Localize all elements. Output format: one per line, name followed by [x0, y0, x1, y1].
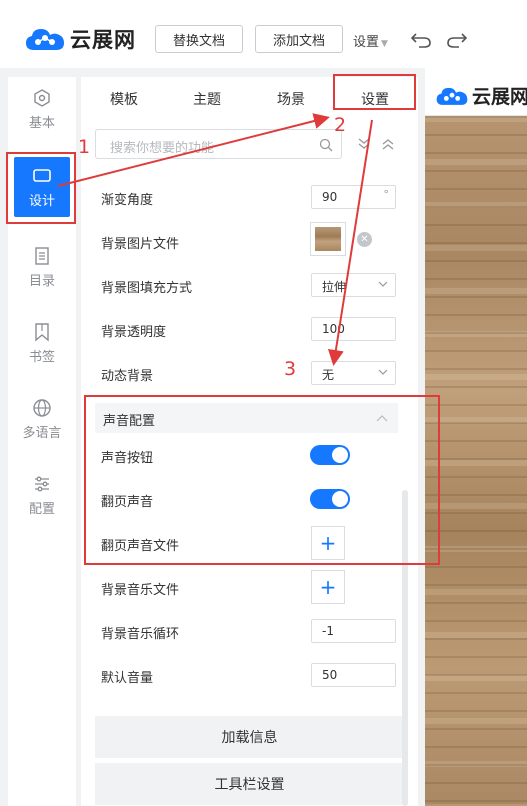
- globe-icon: [33, 398, 51, 417]
- top-toolbar: 云展网 替换文档 添加文档 设置 ▼: [0, 0, 527, 68]
- list-icon: [35, 246, 49, 265]
- rail-item-basic[interactable]: 基本: [8, 79, 76, 139]
- rail-item-bookmark[interactable]: 书签: [8, 313, 76, 373]
- rail-item-label: 目录: [28, 273, 55, 289]
- search-placeholder: 搜索你想要的功能: [110, 141, 215, 156]
- dynamic-bg-value: 无: [322, 368, 335, 382]
- rail-item-label: 配置: [28, 501, 55, 517]
- bg-fill-select[interactable]: 拉伸: [311, 273, 396, 297]
- caret-down-icon: ▼: [381, 39, 388, 49]
- default-volume-input[interactable]: 50: [311, 663, 396, 687]
- add-bg-music-file-button[interactable]: +: [311, 570, 345, 604]
- replace-document-button[interactable]: 替换文档: [155, 25, 243, 53]
- bg-image-thumbnail[interactable]: [310, 222, 346, 256]
- rail-item-label: 基本: [28, 115, 55, 131]
- gradient-angle-value: 90: [322, 190, 338, 204]
- add-document-button[interactable]: 添加文档: [255, 25, 343, 53]
- annotation-number-2: 2: [334, 114, 347, 136]
- gradient-angle-input[interactable]: 90 °: [311, 185, 396, 209]
- bg-music-file-label: 背景音乐文件: [101, 583, 180, 598]
- search-icon[interactable]: [319, 138, 333, 152]
- bg-fill-label: 背景图填充方式: [101, 281, 193, 296]
- bg-opacity-label: 背景透明度: [101, 325, 167, 340]
- plus-icon: +: [319, 575, 337, 599]
- loading-info-button[interactable]: 加载信息: [95, 716, 404, 758]
- logo-text: 云展网: [70, 28, 136, 52]
- annotation-number-1: 1: [78, 136, 91, 158]
- annotation-box-design: [6, 152, 76, 224]
- bg-opacity-value: 100: [322, 322, 345, 336]
- clear-image-icon[interactable]: ✕: [357, 232, 372, 247]
- wood-background: [425, 116, 527, 806]
- bg-fill-value: 拉伸: [322, 280, 347, 294]
- bg-music-loop-value: -1: [322, 624, 334, 638]
- collapse-all-icon[interactable]: [381, 137, 395, 151]
- annotation-box-settings-tab: [333, 74, 416, 110]
- book-preview: 云展网: [425, 68, 527, 806]
- rail-item-catalog[interactable]: 目录: [8, 237, 76, 297]
- cloud-logo-icon: [26, 29, 64, 50]
- rail-item-label: 书签: [28, 349, 55, 365]
- default-volume-value: 50: [322, 668, 338, 682]
- toolbar-settings-button[interactable]: 工具栏设置: [95, 763, 404, 805]
- bg-music-loop-label: 背景音乐循环: [101, 627, 180, 642]
- settings-dropdown[interactable]: 设置 ▼: [353, 31, 388, 50]
- tab-template[interactable]: 模板: [110, 89, 138, 109]
- default-volume-label: 默认音量: [101, 671, 154, 686]
- chevron-down-icon: [378, 369, 388, 375]
- annotation-box-sound-config: [84, 395, 440, 565]
- redo-icon[interactable]: [446, 29, 468, 49]
- undo-icon[interactable]: [410, 29, 432, 49]
- sliders-icon: [35, 476, 49, 491]
- bookmark-icon: [35, 322, 49, 341]
- annotation-number-3: 3: [284, 358, 297, 380]
- gradient-angle-label: 渐变角度: [101, 193, 154, 208]
- settings-dropdown-label: 设置: [353, 35, 380, 50]
- expand-all-icon[interactable]: [357, 137, 371, 151]
- preview-logo-text: 云展网: [472, 86, 527, 108]
- degree-unit: °: [383, 188, 390, 201]
- tab-theme[interactable]: 主题: [193, 89, 221, 109]
- app-logo[interactable]: 云展网: [24, 24, 136, 54]
- bg-music-loop-input[interactable]: -1: [311, 619, 396, 643]
- bg-image-label: 背景图片文件: [101, 237, 180, 252]
- chevron-down-icon: [378, 281, 388, 287]
- rail-item-multilanguage[interactable]: 多语言: [8, 389, 76, 449]
- rail-item-label: 多语言: [22, 425, 62, 441]
- search-input[interactable]: 搜索你想要的功能: [95, 129, 342, 159]
- preview-header: 云展网: [425, 68, 527, 116]
- wood-texture-image: [315, 227, 341, 251]
- tab-scene[interactable]: 场景: [277, 89, 305, 109]
- bg-opacity-input[interactable]: 100: [311, 317, 396, 341]
- preview-logo: 云展网: [435, 82, 527, 109]
- rail-item-config[interactable]: 配置: [8, 465, 76, 525]
- dynamic-bg-select[interactable]: 无: [311, 361, 396, 385]
- dynamic-bg-label: 动态背景: [101, 369, 154, 384]
- hexagon-icon: [34, 88, 50, 107]
- cloud-logo-icon: [436, 87, 468, 105]
